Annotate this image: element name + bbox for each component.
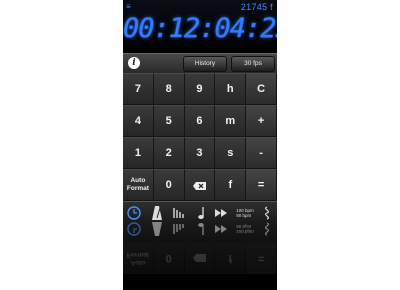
zero-reflection: 0 xyxy=(153,242,185,274)
history-button[interactable]: History xyxy=(183,56,227,72)
key-auto-format[interactable]: Auto Format xyxy=(123,169,154,201)
key-s[interactable]: s xyxy=(215,137,247,169)
top-bar: i History 30 fps xyxy=(123,53,277,74)
toolbar-reflection: 100 bpm 90 bpm xyxy=(123,222,277,240)
key-4[interactable]: 4 xyxy=(123,105,154,137)
metronome-reflection-icon xyxy=(147,220,167,239)
info-button[interactable]: i xyxy=(128,57,140,69)
key-9[interactable]: 9 xyxy=(184,73,216,105)
fps-button[interactable]: 30 fps xyxy=(231,56,275,72)
backspace-reflection-icon xyxy=(184,242,216,274)
forward-reflection-icon xyxy=(211,220,231,239)
key-0[interactable]: 0 xyxy=(153,169,185,201)
auto-format-reflection: Auto Format xyxy=(123,242,154,274)
frame-count: 21745 f xyxy=(240,2,273,12)
menu-icon[interactable]: ≡ xyxy=(126,2,131,11)
key-h[interactable]: h xyxy=(215,73,247,105)
bpm-bottom-reflection: 90 bpm xyxy=(236,224,252,230)
key-2[interactable]: 2 xyxy=(153,137,185,169)
app-window: ≡ 21745 f 00:12:04:25 i History 30 fps 7… xyxy=(123,0,277,290)
timecode-display: ≡ 21745 f 00:12:04:25 xyxy=(123,0,277,53)
keypad: 7 8 9 h C 4 5 6 m + 1 2 3 s - Auto Forma… xyxy=(123,73,277,201)
bpm-reflection: 100 bpm 90 bpm xyxy=(233,220,257,239)
key-m[interactable]: m xyxy=(215,105,247,137)
key-7[interactable]: 7 xyxy=(123,73,154,105)
timecode-readout: 00:12:04:25 xyxy=(123,13,277,44)
key-equals[interactable]: = xyxy=(246,169,277,201)
key-backspace[interactable] xyxy=(184,169,216,201)
bpm-top: 100 bpm xyxy=(236,207,254,213)
equals-reflection: = xyxy=(246,242,277,274)
reflection-area: 100 bpm 90 bpm Auto Format 0 f = xyxy=(123,222,277,290)
key-minus[interactable]: - xyxy=(246,137,277,169)
f-reflection: f xyxy=(215,242,247,274)
key-5[interactable]: 5 xyxy=(153,105,185,137)
key-f[interactable]: f xyxy=(215,169,247,201)
wave-reflection-icon xyxy=(257,220,277,239)
note-reflection-icon xyxy=(191,220,211,239)
key-clear[interactable]: C xyxy=(246,73,277,105)
bpm-top-reflection: 100 bpm xyxy=(236,229,254,235)
waveform-reflection-icon xyxy=(169,220,189,239)
bpm-bottom: 90 bpm xyxy=(236,212,252,218)
key-1[interactable]: 1 xyxy=(123,137,154,169)
key-3[interactable]: 3 xyxy=(184,137,216,169)
clock-reflection-icon xyxy=(124,220,144,239)
key-plus[interactable]: + xyxy=(246,105,277,137)
keypad-reflection: Auto Format 0 f = xyxy=(123,242,277,274)
backspace-icon xyxy=(193,181,207,190)
key-6[interactable]: 6 xyxy=(184,105,216,137)
key-8[interactable]: 8 xyxy=(153,73,185,105)
